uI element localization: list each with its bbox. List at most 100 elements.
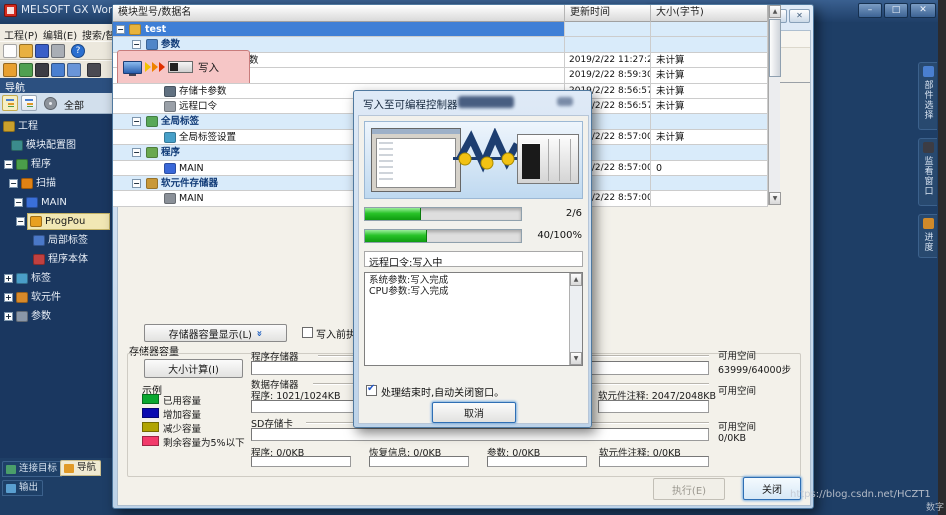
- app-icon: [4, 4, 17, 17]
- module-icon[interactable]: [35, 63, 49, 77]
- help-icon[interactable]: ?: [71, 44, 85, 58]
- expand-icon[interactable]: +: [4, 293, 13, 302]
- tree-item-program-body[interactable]: 程序本体: [0, 250, 112, 269]
- legend-decrease: 减少容量: [163, 421, 201, 435]
- memory-display-button[interactable]: 存储器容量显示(L) »: [144, 324, 287, 342]
- maximize-button[interactable]: □: [884, 3, 908, 18]
- tab-navigation[interactable]: 导航: [60, 460, 101, 476]
- collapse-icon[interactable]: −: [4, 160, 13, 169]
- table-row-project[interactable]: − test: [113, 22, 768, 37]
- right-edge-strip: [938, 0, 946, 515]
- nav-toolbar: 全部: [0, 93, 112, 114]
- lightning-icon: [455, 128, 523, 192]
- dock-tab-icon: [923, 66, 934, 77]
- navigation-toggle-icon[interactable]: [3, 63, 17, 77]
- open-icon[interactable]: [19, 44, 33, 58]
- expand-icon[interactable]: +: [4, 312, 13, 321]
- tree-item-main[interactable]: − MAIN: [0, 193, 112, 212]
- minimize-button[interactable]: –: [858, 3, 882, 18]
- collapse-icon[interactable]: −: [9, 179, 18, 188]
- tree-item-progpou[interactable]: − ProgPou: [0, 212, 112, 231]
- global-label-group-icon: [146, 116, 158, 127]
- collapse-icon[interactable]: −: [16, 217, 25, 226]
- scroll-up-icon[interactable]: ▲: [570, 273, 582, 286]
- tab-connection-destination[interactable]: 连接目标: [2, 461, 62, 477]
- col-module-name[interactable]: 模块型号/数据名: [113, 5, 565, 22]
- watermark-corner: 数字: [926, 500, 944, 513]
- dock-tab-element-selection[interactable]: 部件选择: [918, 62, 937, 130]
- print-icon[interactable]: [51, 44, 65, 58]
- cancel-button[interactable]: 取消: [432, 402, 516, 423]
- log-scrollbar[interactable]: ▲ ▼: [569, 273, 582, 365]
- tree-item-parameter[interactable]: + 参数: [0, 307, 112, 326]
- tree-item-module-config[interactable]: 模块配置图: [0, 136, 112, 155]
- scroll-down-icon[interactable]: ▼: [570, 352, 582, 365]
- new-file-icon[interactable]: [3, 44, 17, 58]
- device-memory-group-icon: [146, 178, 158, 189]
- free-space-label: 可用空间: [718, 383, 756, 397]
- scroll-up-icon[interactable]: ▲: [769, 5, 781, 18]
- gear-icon[interactable]: [44, 97, 57, 110]
- window-icon[interactable]: [51, 63, 65, 77]
- dialog-close-button[interactable]: ✕: [789, 9, 810, 23]
- nav-tree: 工程 模块配置图 − 程序 − 扫描 − MAIN − ProgPou 局部标签…: [0, 114, 112, 458]
- execute-button[interactable]: 执行(E): [653, 478, 725, 500]
- tree-item-program[interactable]: − 程序: [0, 155, 112, 174]
- tree-item-project[interactable]: 工程: [0, 117, 112, 136]
- free-space-value: 63999/64000步: [718, 362, 791, 376]
- save-all-icon[interactable]: [19, 63, 33, 77]
- tree-view-icon[interactable]: [2, 95, 18, 111]
- low-capacity-swatch: [142, 436, 159, 446]
- nav-filter[interactable]: 全部: [64, 97, 84, 112]
- table-scrollbar[interactable]: ▲ ▼: [768, 5, 780, 205]
- window2-icon[interactable]: [67, 63, 81, 77]
- screen: MELSOFT GX Works3 C:\U ▦ ^ – □ ✕ 部件选择 监看…: [0, 0, 946, 515]
- scrollbar-thumb[interactable]: [769, 19, 781, 77]
- expand-icon[interactable]: +: [4, 274, 13, 283]
- device-memory-icon: [164, 193, 176, 204]
- size-calc-button[interactable]: 大小计算(I): [144, 359, 243, 378]
- watermark: https://blog.csdn.net/HCZT1: [790, 489, 931, 500]
- connection-icon: [6, 465, 16, 474]
- find-icon[interactable]: [87, 63, 101, 77]
- collapse-icon[interactable]: −: [116, 25, 125, 34]
- parameter-group-icon: [146, 39, 158, 50]
- collapse-icon[interactable]: −: [132, 148, 141, 157]
- pre-write-checkbox[interactable]: [302, 327, 313, 338]
- auto-close-checkbox[interactable]: ✔: [366, 385, 377, 396]
- close-button[interactable]: ✕: [910, 3, 936, 18]
- collapse-icon[interactable]: −: [132, 117, 141, 126]
- table-header: 模块型号/数据名 更新时间 大小(字节): [113, 5, 768, 22]
- step-progress-bar: [364, 207, 522, 221]
- free-space-label: 可用空间: [718, 348, 756, 362]
- decreased-capacity-swatch: [142, 422, 159, 432]
- collapse-icon[interactable]: −: [132, 179, 141, 188]
- menu-project[interactable]: 工程(P): [4, 27, 38, 42]
- tree-item-local-label[interactable]: 局部标签: [0, 231, 112, 250]
- log-text: 系统参数:写入完成 CPU参数:写入完成: [369, 275, 449, 297]
- tree-item-label[interactable]: + 标签: [0, 269, 112, 288]
- censored-blur: [458, 96, 514, 108]
- tab-output[interactable]: 输出: [2, 480, 43, 496]
- tree-collapse-icon[interactable]: [21, 95, 37, 111]
- tree-item-device[interactable]: + 软元件: [0, 288, 112, 307]
- device-icon: [16, 292, 28, 303]
- collapse-icon[interactable]: −: [14, 198, 23, 207]
- scroll-down-icon[interactable]: ▼: [769, 192, 781, 205]
- col-size[interactable]: 大小(字节): [651, 5, 768, 22]
- save-icon[interactable]: [35, 44, 49, 58]
- tree-item-scan[interactable]: − 扫描: [0, 174, 112, 193]
- tab-write[interactable]: 写入: [117, 50, 250, 83]
- dock-tab-watch-window[interactable]: 监看窗口: [918, 138, 937, 206]
- scan-icon: [21, 178, 33, 189]
- collapse-icon[interactable]: −: [132, 40, 141, 49]
- dock-tab-progress[interactable]: 进度: [918, 214, 937, 258]
- free-space-label: 可用空间: [718, 419, 756, 433]
- nav-panel-header: 导航: [0, 78, 112, 93]
- main-program-icon: [164, 163, 176, 174]
- col-update-time[interactable]: 更新时间: [565, 5, 651, 22]
- used-capacity-swatch: [142, 394, 159, 404]
- menu-edit[interactable]: 编辑(E): [43, 27, 77, 42]
- project-icon: [129, 24, 141, 35]
- menu-search[interactable]: 搜索/替: [82, 27, 115, 42]
